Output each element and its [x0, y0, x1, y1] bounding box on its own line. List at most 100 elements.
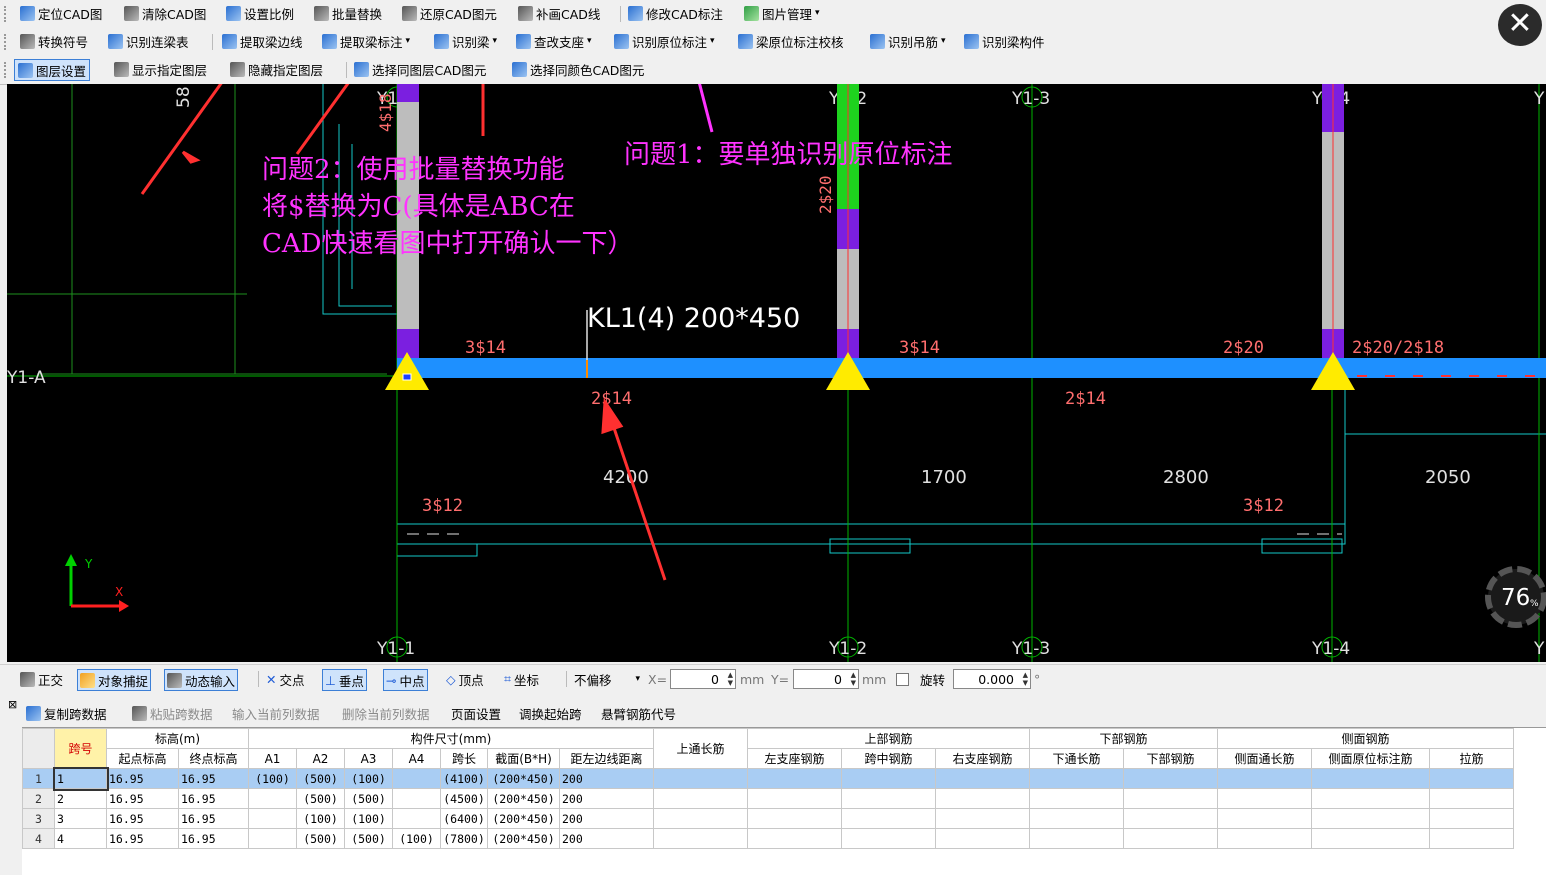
- toolbar-grip[interactable]: [4, 6, 9, 22]
- redraw-cad-line-button[interactable]: 补画CAD线: [518, 3, 600, 23]
- cell-empty[interactable]: [841, 808, 936, 829]
- cell-a4[interactable]: (100): [392, 828, 441, 849]
- check-support-button[interactable]: 查改支座 ▾: [516, 31, 592, 51]
- cell-span[interactable]: 2: [54, 788, 107, 809]
- cell-len[interactable]: (4500): [440, 788, 488, 809]
- cell-dist[interactable]: 200: [559, 788, 654, 809]
- cell-empty[interactable]: [747, 828, 842, 849]
- cell-empty[interactable]: [653, 768, 748, 789]
- cell-a1[interactable]: [248, 828, 297, 849]
- copy-span-data-button[interactable]: 复制跨数据: [26, 704, 107, 723]
- span-data-grid[interactable]: 跨号 标高(m) 构件尺寸(mm) 上通长筋 上部钢筋 下部钢筋 侧面钢筋 起点…: [22, 727, 1546, 875]
- rotate-checkbox[interactable]: 旋转: [896, 669, 945, 689]
- intersection-snap[interactable]: ✕ 交点: [266, 669, 305, 689]
- offset-mode-select[interactable]: 不偏移 ▾: [574, 669, 640, 689]
- cell-a2[interactable]: (500): [296, 768, 345, 789]
- cell-a1[interactable]: [248, 808, 297, 829]
- cell-len[interactable]: (4100): [440, 768, 488, 789]
- cell-a1[interactable]: (100): [248, 768, 297, 789]
- cell-empty[interactable]: [1429, 768, 1514, 789]
- cell-a2[interactable]: (500): [296, 788, 345, 809]
- batch-replace-button[interactable]: 批量替换: [314, 3, 382, 23]
- page-setup-button[interactable]: 页面设置: [451, 704, 501, 723]
- cell-empty[interactable]: [1029, 828, 1124, 849]
- vertex-snap[interactable]: ◇ 顶点: [446, 669, 484, 689]
- cell-empty[interactable]: [1217, 768, 1312, 789]
- cell-end[interactable]: 16.95: [178, 788, 249, 809]
- cell-empty[interactable]: [653, 788, 748, 809]
- table-row[interactable]: 3 3 16.95 16.95 (100) (100) (6400) (200*450) 200: [22, 808, 1514, 829]
- toolbar-grip[interactable]: [4, 62, 9, 78]
- cell-empty[interactable]: [1217, 828, 1312, 849]
- table-row[interactable]: 1 1 16.95 16.95 (100) (500) (100) (4100) (200*45…: [22, 766, 1514, 791]
- cell-empty[interactable]: [653, 828, 748, 849]
- input-column-data-button[interactable]: 输入当前列数据: [232, 704, 320, 723]
- row-header[interactable]: 1: [22, 768, 55, 789]
- identify-beam-member-button[interactable]: 识别梁构件: [964, 31, 1045, 51]
- cell-len[interactable]: (6400): [440, 808, 488, 829]
- delete-column-data-button[interactable]: 删除当前列数据: [342, 704, 430, 723]
- cell-empty[interactable]: [935, 808, 1030, 829]
- cell-start[interactable]: 16.95: [106, 808, 179, 829]
- cell-empty[interactable]: [1429, 808, 1514, 829]
- cell-empty[interactable]: [841, 768, 936, 789]
- cell-a1[interactable]: [248, 788, 297, 809]
- row-header[interactable]: 2: [22, 788, 55, 809]
- midpoint-snap[interactable]: ⊸ 中点: [383, 669, 428, 691]
- cell-empty[interactable]: [841, 828, 936, 849]
- cell-span[interactable]: 3: [54, 808, 107, 829]
- grip-point[interactable]: [402, 373, 412, 381]
- cell-empty[interactable]: [935, 768, 1030, 789]
- cell-empty[interactable]: [1429, 828, 1514, 849]
- cell-empty[interactable]: [1123, 768, 1218, 789]
- cell-empty[interactable]: [1311, 808, 1430, 829]
- toolbar-grip[interactable]: [4, 34, 9, 50]
- modify-cad-dim-button[interactable]: 修改CAD标注: [628, 3, 723, 23]
- cell-end[interactable]: 16.95: [178, 768, 249, 789]
- beam-label-check-button[interactable]: 梁原位标注校核: [738, 31, 844, 51]
- cell-end[interactable]: 16.95: [178, 828, 249, 849]
- cell-a4[interactable]: [392, 768, 441, 789]
- column-2[interactable]: [837, 84, 859, 374]
- coordinate-snap[interactable]: ⌗ 坐标: [504, 669, 539, 689]
- spinner-icon[interactable]: ▲ ▼: [1023, 671, 1028, 687]
- row-header[interactable]: 3: [22, 808, 55, 829]
- cell-a3[interactable]: (100): [344, 768, 393, 789]
- cell-sec[interactable]: (200*450): [487, 788, 560, 809]
- cell-len[interactable]: (7800): [440, 828, 488, 849]
- select-same-color-button[interactable]: 选择同颜色CAD图元: [512, 59, 644, 79]
- identify-coupling-table-button[interactable]: 识别连梁表: [108, 31, 189, 51]
- spinner-icon[interactable]: ▲ ▼: [851, 671, 856, 687]
- y-input[interactable]: 0 ▲ ▼: [793, 669, 859, 689]
- cell-empty[interactable]: [1311, 768, 1430, 789]
- cell-empty[interactable]: [1311, 828, 1430, 849]
- identify-hanger-button[interactable]: 识别吊筋 ▾: [870, 31, 946, 51]
- identify-inplace-label-button[interactable]: 识别原位标注 ▾: [614, 31, 715, 51]
- cell-a3[interactable]: (100): [344, 808, 393, 829]
- table-row[interactable]: 2 2 16.95 16.95 (500) (500) (4500) (200*450) 200: [22, 788, 1514, 809]
- locate-cad-button[interactable]: 定位CAD图: [20, 3, 102, 23]
- image-manage-button[interactable]: 图片管理 ▾: [744, 3, 820, 23]
- clear-cad-button[interactable]: 清除CAD图: [124, 3, 206, 23]
- layer-settings-button[interactable]: 图层设置: [14, 59, 91, 81]
- cell-dist[interactable]: 200: [559, 768, 654, 789]
- cell-dist[interactable]: 200: [559, 808, 654, 829]
- cell-empty[interactable]: [653, 808, 748, 829]
- convert-symbol-button[interactable]: 转换符号: [20, 31, 88, 51]
- extract-beam-edge-button[interactable]: 提取梁边线: [222, 31, 303, 51]
- cell-a3[interactable]: (500): [344, 788, 393, 809]
- cell-empty[interactable]: [1123, 828, 1218, 849]
- paste-span-data-button[interactable]: 粘贴跨数据: [132, 704, 213, 723]
- cell-empty[interactable]: [935, 828, 1030, 849]
- x-input[interactable]: 0 ▲ ▼: [670, 669, 736, 689]
- identify-beam-button[interactable]: 识别梁 ▾: [434, 31, 497, 51]
- cell-empty[interactable]: [1029, 808, 1124, 829]
- pin-icon[interactable]: ⊠: [8, 698, 17, 711]
- cell-empty[interactable]: [747, 768, 842, 789]
- cell-empty[interactable]: [1123, 788, 1218, 809]
- cad-drawing-canvas[interactable]: Y1-1 Y1-2 Y1-3 Y1-4 Y Y1-1 Y1-2 Y1-3 Y1-…: [7, 84, 1546, 662]
- cell-dist[interactable]: 200: [559, 828, 654, 849]
- cell-empty[interactable]: [841, 788, 936, 809]
- hide-layer-button[interactable]: 隐藏指定图层: [230, 59, 323, 79]
- show-layer-button[interactable]: 显示指定图层: [114, 59, 207, 79]
